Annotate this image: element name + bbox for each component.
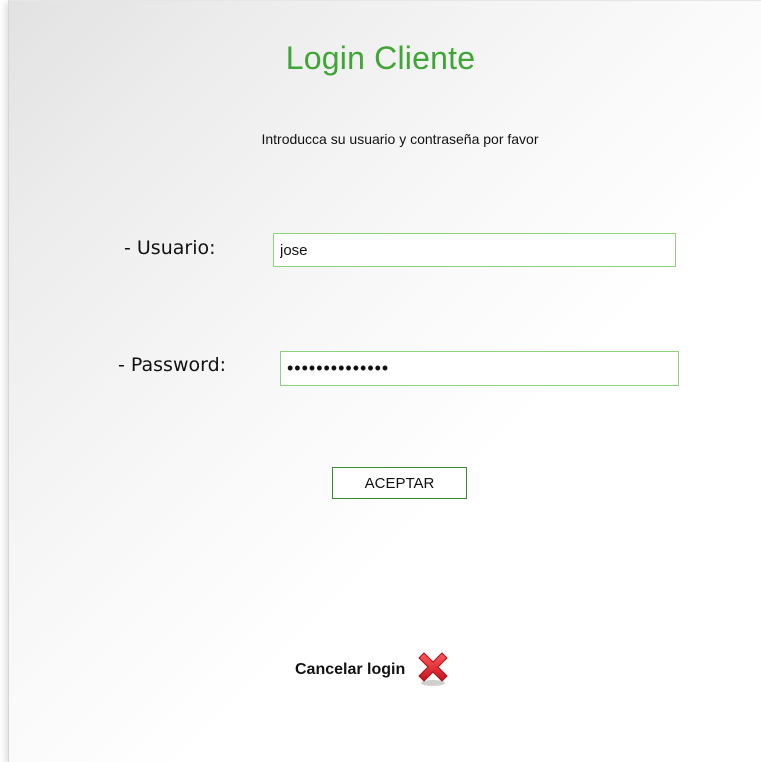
- cancel-login-label: Cancelar login: [295, 661, 406, 678]
- cancel-login-link[interactable]: Cancelar login: [295, 648, 453, 688]
- password-input[interactable]: [280, 351, 679, 386]
- page-title: Login Cliente: [285, 40, 476, 76]
- close-icon[interactable]: [413, 648, 453, 688]
- username-label: - Usuario:: [124, 237, 216, 259]
- login-instructions: Introducca su usuario y contraseña por f…: [261, 131, 539, 147]
- accept-button[interactable]: ACEPTAR: [332, 467, 467, 499]
- username-input[interactable]: [273, 233, 676, 267]
- password-label: - Password:: [118, 354, 227, 376]
